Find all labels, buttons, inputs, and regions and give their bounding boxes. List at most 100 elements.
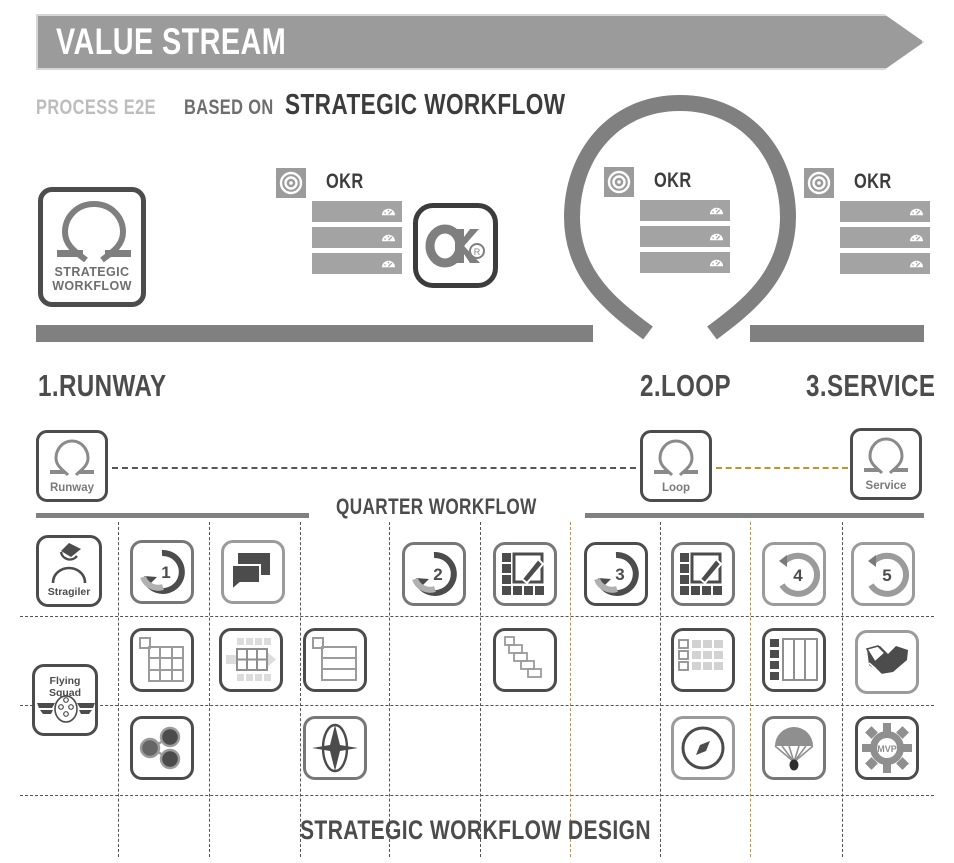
artifact-tile-parachute[interactable] [762,716,826,780]
okr-title: OKR [654,169,692,192]
handshake-icon [865,645,908,676]
strategic-workflow-card-label: STRATEGIC WORKFLOW [52,265,132,293]
loop-bar-icon [57,201,131,263]
quarter-workflow-label: QUARTER WORKFLOW [336,494,537,519]
refresh-arrow-icon: 5 [868,552,910,597]
target-icon [276,168,306,198]
artifact-tile-grid-table[interactable] [130,628,194,692]
ok-logo-icon: R [425,224,485,268]
loop-bar-icon [654,439,698,477]
page-title: VALUE STREAM [56,21,287,62]
grid-vline-accent [570,522,571,857]
okr-title: OKR [326,170,364,193]
artifact-tile-handshake[interactable] [855,630,919,694]
quarter-workflow-bar-right [585,513,924,518]
grid-vline [300,522,301,857]
edit-board-icon [502,552,545,595]
artifact-tile-mvp[interactable]: MVP [855,716,919,780]
step-tile-4[interactable]: 4 [762,542,826,606]
grid-flow-icon [226,638,276,681]
okr-title: OKR [854,170,892,193]
artifact-tile-edit-board-b[interactable] [671,542,735,606]
step-tile-3[interactable]: 3 [584,542,648,606]
stage-card-label: Runway [49,482,95,494]
stage-card-service[interactable]: Service [850,428,922,500]
okr-row-list [840,201,930,279]
chat-bubbles-icon [231,553,270,593]
value-stream-bar-right [750,325,924,342]
ok-logo-card[interactable]: R [413,203,498,288]
stage-card-runway[interactable]: Runway [36,430,108,502]
grid-table-icon [139,637,184,682]
mvp-gear-icon: MVP [862,723,912,773]
gauge-icon [909,234,924,242]
grid-vline [660,522,661,857]
okr-row-list [312,201,402,279]
okr-row[interactable] [640,200,730,221]
step-tile-5[interactable]: 5 [851,542,915,606]
artifact-tile-dependency[interactable] [130,716,194,780]
okr-row[interactable] [640,226,730,247]
gauge-icon [909,260,924,268]
stage-card-loop[interactable]: Loop [640,430,712,502]
refresh-arrow-icon: 2 [412,551,457,596]
step-number: 2 [433,565,442,584]
artifact-tile-compass[interactable] [671,716,735,780]
target-icon [804,168,834,198]
artifact-tile-grid-flow[interactable] [219,628,283,692]
artifact-tile-list-grid[interactable] [671,628,735,692]
subtitle-part2: BASED ON [183,96,274,119]
loop-bar-icon [50,439,94,477]
gauge-icon [709,207,724,215]
grid-vline [389,522,390,857]
compass-icon [681,726,725,770]
stage-label-loop: 2.LOOP [640,368,732,403]
artifact-tile-compass-star[interactable] [303,716,367,780]
okr-row[interactable] [312,201,402,222]
list-grid-icon [678,639,723,671]
connector-loop-service [716,467,848,469]
step-number: 5 [882,566,891,585]
role-tile-stragiler[interactable]: Stragiler [36,535,102,607]
refresh-arrow-icon: 1 [140,549,185,594]
artifact-tile-edit-board-a[interactable] [493,542,557,606]
winged-badge-icon [37,695,95,723]
compass-star-icon [312,723,358,773]
okr-row-list [640,200,730,278]
okr-row[interactable] [312,227,402,248]
grid-hline [20,705,934,706]
okr-row[interactable] [312,253,402,274]
artifact-tile-chat[interactable] [221,540,285,604]
edit-board-icon [680,552,723,595]
kanban-icon [770,638,818,681]
role-tile-flying-squad[interactable]: Flying Squad [32,664,98,736]
role-tile-label: Stragiler [47,586,91,598]
dependency-icon [139,726,181,770]
mvp-gear-label: MVP [877,744,897,754]
grid-vline-accent [750,522,751,857]
step-number: 1 [161,563,170,582]
artifact-tile-kanban[interactable] [762,628,826,692]
okr-row[interactable] [640,252,730,273]
loop-bar-icon [864,437,908,475]
subtitle-part3: STRATEGIC WORKFLOW [284,89,566,121]
okr-row[interactable] [840,227,930,248]
stage-label-service: 3.SERVICE [806,368,936,403]
grid-hline [20,795,934,796]
strategic-workflow-card[interactable]: STRATEGIC WORKFLOW [38,187,146,307]
step-tile-2[interactable]: 2 [402,542,466,606]
grid-hline [20,616,934,617]
okr-row[interactable] [840,201,930,222]
grid-vline [209,522,210,857]
list-rows-icon [312,637,357,681]
artifact-tile-list-rows[interactable] [303,628,367,692]
gauge-icon [709,233,724,241]
gauge-icon [381,234,396,242]
parachute-icon [774,727,814,771]
artifact-tile-stairs[interactable] [493,628,557,692]
okr-row[interactable] [840,253,930,274]
step-tile-1[interactable]: 1 [130,540,194,604]
connector-runway-loop [112,467,636,469]
banner: VALUE STREAM [36,14,924,70]
refresh-arrow-icon: 3 [594,551,639,596]
